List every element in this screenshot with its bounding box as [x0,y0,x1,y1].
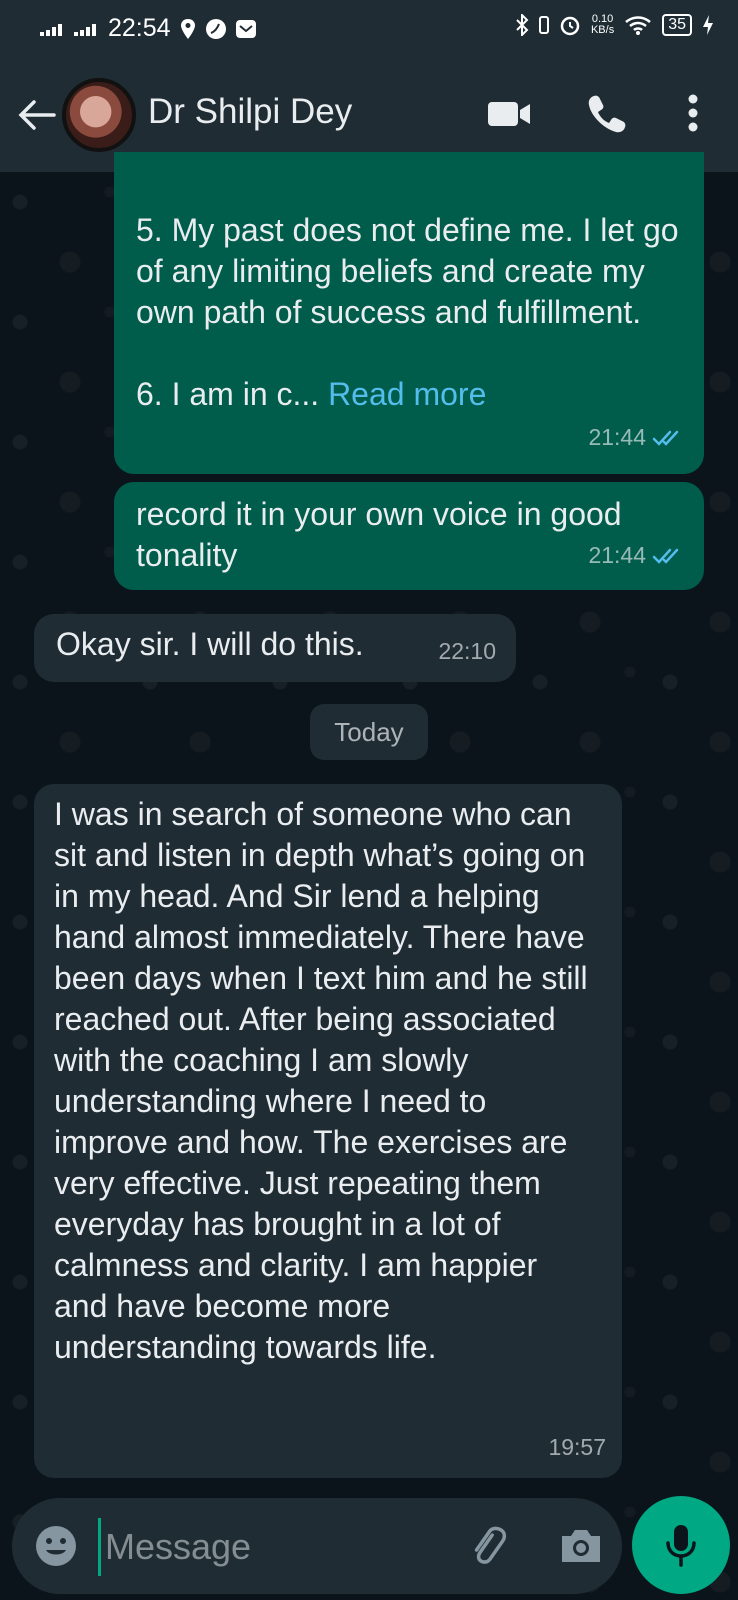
message-meta: 21:44 [588,535,686,576]
message-text: record it in your own voice in good tona… [136,496,631,573]
microphone-icon [666,1525,696,1567]
status-bar: 22:54 0.10 KB/s 35 [0,0,738,62]
location-icon [180,18,195,39]
message-meta: 22:10 [438,631,496,672]
read-receipt-icon [652,548,679,564]
voice-message-button[interactable] [632,1496,730,1594]
network-speed: 0.10 KB/s [590,13,615,36]
camera-icon[interactable] [558,1524,604,1568]
signal-icon [40,22,62,36]
message-time: 21:44 [588,424,646,450]
bluetooth-icon [516,14,529,36]
alarm-icon [560,16,580,36]
video-call-icon[interactable] [484,94,534,134]
message-bubble-outgoing[interactable]: record it in your own voice in good tona… [114,482,704,590]
back-arrow-icon[interactable] [14,92,60,138]
message-bubble-incoming[interactable]: Okay sir. I will do this. 22:10 [34,614,516,682]
attach-icon[interactable] [464,1522,512,1570]
mail-notification-icon [235,19,256,38]
message-composer [12,1498,622,1594]
avatar[interactable] [62,78,136,152]
message-text: Okay sir. I will do this. [56,626,364,662]
message-time: 21:44 [588,542,646,568]
wifi-icon [625,16,652,35]
contact-name[interactable]: Dr Shilpi Dey [148,92,352,132]
message-text: I was in search of someone who can sit a… [54,796,597,1365]
message-time: 22:10 [438,638,496,664]
app-notification-icon [205,18,226,39]
message-time: 19:57 [548,1434,606,1460]
clock: 22:54 [108,14,171,42]
message-input[interactable] [98,1518,447,1576]
emoji-icon[interactable] [34,1524,78,1568]
more-options-icon[interactable] [676,90,710,136]
message-meta: 19:57 [548,1427,606,1468]
read-more-link[interactable]: Read more [328,376,486,412]
date-divider: Today [310,704,428,760]
message-bubble-outgoing[interactable]: 5. My past does not define me. I let go … [114,152,704,474]
phone-icon[interactable] [584,90,630,136]
signal-icon [74,22,96,36]
vibrate-icon [538,16,549,34]
battery-indicator: 35 [662,14,692,36]
charging-icon [703,15,713,35]
message-meta: 21:44 [588,417,686,458]
read-receipt-icon [652,430,679,446]
message-bubble-incoming[interactable]: I was in search of someone who can sit a… [34,784,622,1478]
